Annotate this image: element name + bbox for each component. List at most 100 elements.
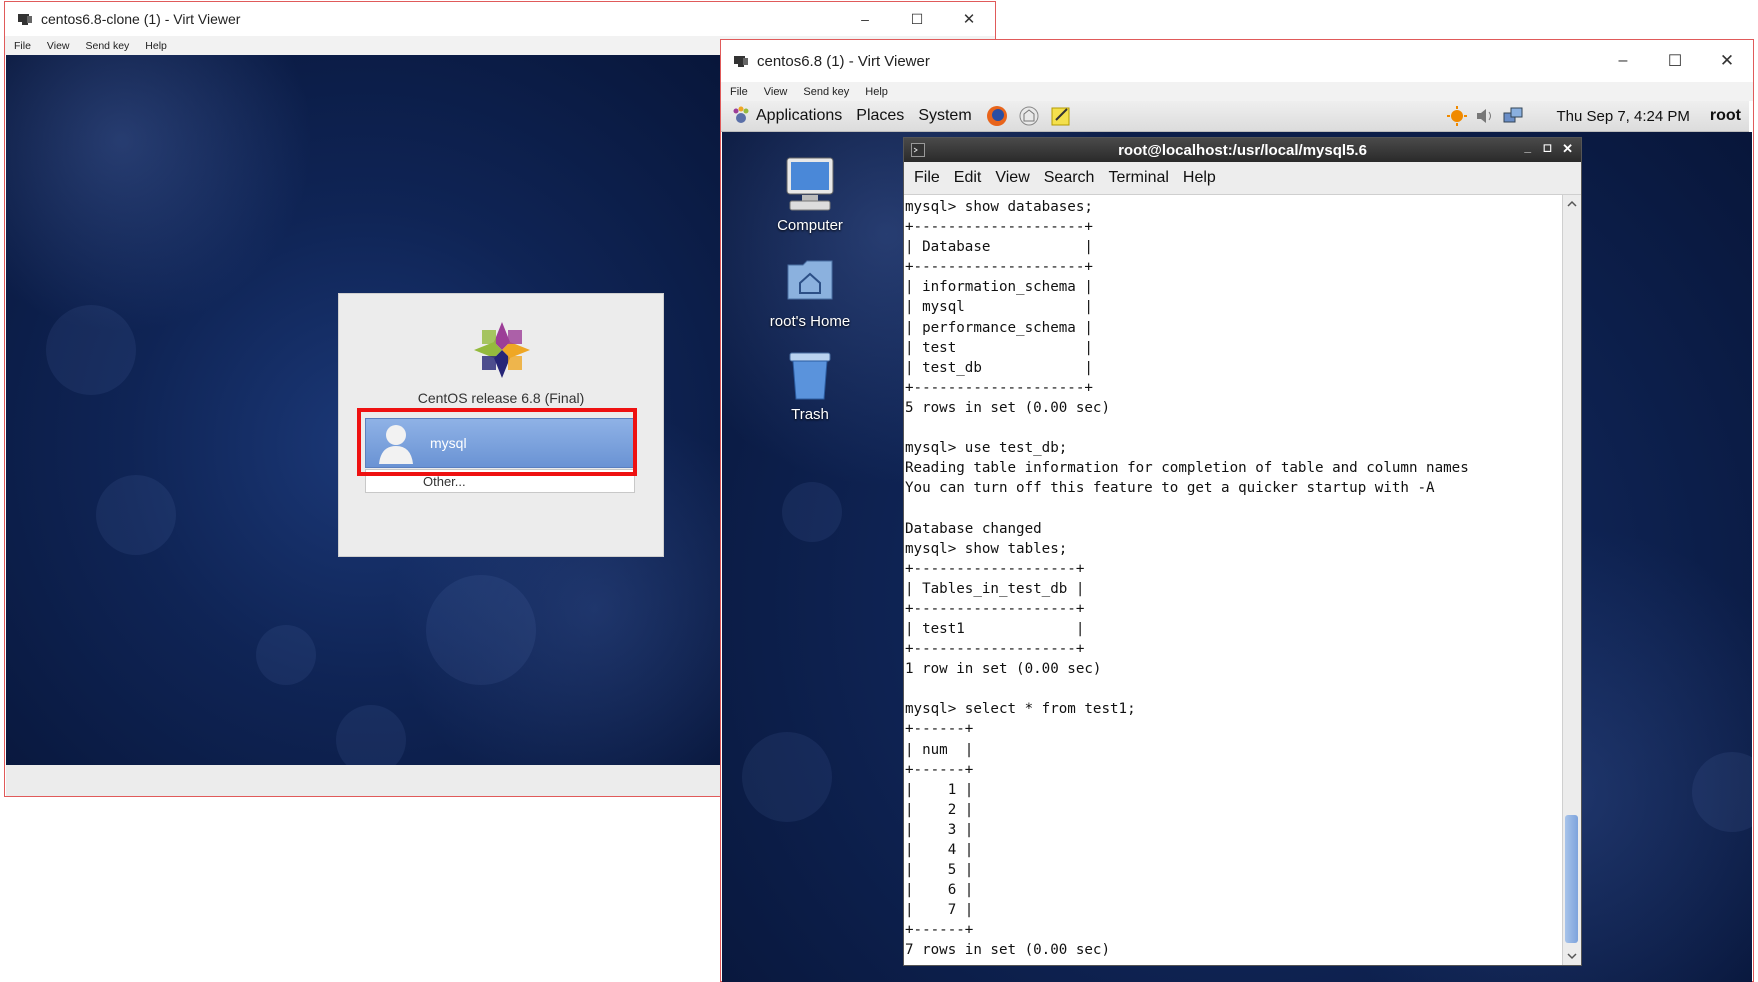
firefox-icon[interactable] (986, 105, 1008, 127)
bokeh-decoration (256, 625, 316, 685)
bokeh-decoration (1692, 752, 1752, 832)
menu-view[interactable]: View (764, 86, 788, 98)
terminal-line: +------+ (905, 922, 974, 939)
terminal-line: +-------------------+ (905, 641, 1085, 658)
terminal-output[interactable]: mysql> show databases; +-----------------… (905, 197, 1560, 965)
terminal-line: | 7 | (905, 902, 974, 919)
email-client-icon[interactable] (1018, 105, 1040, 127)
terminal-line: +-------------------+ (905, 600, 1085, 617)
scroll-up-arrow-icon[interactable] (1564, 197, 1580, 211)
terminal-line: Reading table information for completion… (905, 460, 1469, 477)
panel-system-menu[interactable]: System (918, 107, 971, 125)
menu-help[interactable]: Help (145, 40, 167, 52)
desktop-icon-label: Computer (777, 217, 843, 234)
panel-places-menu[interactable]: Places (856, 107, 904, 125)
terminal-line: | mysql | (905, 299, 1093, 316)
scroll-down-arrow-icon[interactable] (1564, 949, 1580, 963)
panel-applications-menu[interactable]: Applications (756, 107, 842, 125)
other-user-entry[interactable]: Other... (365, 469, 635, 493)
terminal-line: | Tables_in_test_db | (905, 580, 1085, 597)
terminal-line: | test | (905, 339, 1093, 356)
terminal-line: +------+ (905, 721, 974, 738)
menubar: File View Send key Help (721, 82, 1753, 101)
virt-viewer-app-icon (18, 14, 32, 25)
window-titlebar: centos6.8 (1) - Virt Viewer – ☐ ✕ (721, 40, 1753, 82)
terminal-menu-help[interactable]: Help (1183, 169, 1216, 187)
terminal-maximize-button[interactable]: ◻ (1543, 141, 1552, 154)
terminal-menu-file[interactable]: File (914, 169, 940, 187)
terminal-app-icon (911, 143, 925, 157)
panel-tray: Thu Sep 7, 4:24 PM root (1446, 101, 1741, 131)
release-label: CentOS release 6.8 (Final) (417, 390, 585, 406)
virt-viewer-app-icon (734, 56, 748, 67)
panel-user[interactable]: root (1710, 107, 1741, 125)
terminal-line: | information_schema | (905, 279, 1093, 296)
terminal-line: | Database | (905, 239, 1093, 256)
window-titlebar: centos6.8-clone (1) - Virt Viewer – ☐ ✕ (5, 2, 995, 36)
terminal-close-button[interactable]: ✕ (1562, 141, 1573, 157)
close-button[interactable]: ✕ (943, 10, 995, 28)
desktop-icon-computer[interactable]: Computer (755, 155, 865, 234)
menu-send-key[interactable]: Send key (86, 40, 130, 52)
volume-icon[interactable] (1474, 105, 1496, 127)
network-icon[interactable] (1502, 105, 1524, 127)
terminal-line: +-------------------+ (905, 560, 1085, 577)
terminal-line: You can turn off this feature to get a q… (905, 480, 1435, 497)
terminal-titlebar: root@localhost:/usr/local/mysql5.6 _ ◻ ✕ (904, 138, 1581, 162)
user-mysql-entry[interactable]: mysql (365, 418, 635, 468)
text-editor-icon[interactable] (1050, 105, 1072, 127)
terminal-line: mysql> show databases; (905, 199, 1093, 215)
update-notifier-icon[interactable] (1446, 105, 1468, 127)
terminal-line: 7 rows in set (0.00 sec) (905, 942, 1110, 959)
terminal-line: | test1 | (905, 620, 1085, 637)
terminal-line: 1 row in set (0.00 sec) (905, 661, 1102, 678)
terminal-line: Database changed (905, 520, 1042, 537)
terminal-menu-search[interactable]: Search (1044, 169, 1095, 187)
terminal-line: mysql> show tables; (905, 540, 1068, 557)
scrollbar-thumb[interactable] (1565, 815, 1578, 943)
terminal-menu-terminal[interactable]: Terminal (1108, 169, 1168, 187)
terminal-minimize-button[interactable]: _ (1524, 140, 1531, 154)
login-dialog: CentOS release 6.8 (Final) mysql Other..… (338, 293, 664, 557)
trash-icon (789, 352, 831, 400)
terminal-line: | 3 | (905, 821, 974, 838)
terminal-line: | 6 | (905, 882, 974, 899)
menu-send-key[interactable]: Send key (803, 86, 849, 98)
window-title: centos6.8-clone (1) - Virt Viewer (41, 11, 241, 27)
close-button[interactable]: ✕ (1701, 51, 1753, 71)
bokeh-decoration (46, 305, 136, 395)
bokeh-decoration (782, 482, 842, 542)
terminal-line: +--------------------+ (905, 259, 1093, 276)
window-title: centos6.8 (1) - Virt Viewer (757, 52, 930, 70)
home-folder-icon (787, 260, 833, 300)
terminal-line: 5 rows in set (0.00 sec) (905, 399, 1110, 416)
menu-help[interactable]: Help (865, 86, 888, 98)
menu-file[interactable]: File (730, 86, 748, 98)
terminal-menu-edit[interactable]: Edit (954, 169, 982, 187)
desktop-icon-label: root's Home (769, 313, 851, 330)
terminal-scrollbar[interactable] (1562, 195, 1581, 965)
menu-file[interactable]: File (14, 40, 31, 52)
computer-icon (786, 157, 834, 211)
gnome-top-panel: Applications Places System Thu Sep 7, 4:… (721, 101, 1749, 132)
terminal-menu-view[interactable]: View (995, 169, 1029, 187)
panel-clock[interactable]: Thu Sep 7, 4:24 PM (1556, 108, 1689, 125)
minimize-button[interactable]: – (1597, 52, 1649, 70)
maximize-button[interactable]: ☐ (1649, 51, 1701, 71)
terminal-line: | 1 | (905, 781, 974, 798)
terminal-window: root@localhost:/usr/local/mysql5.6 _ ◻ ✕… (903, 137, 1582, 966)
maximize-button[interactable]: ☐ (891, 11, 943, 28)
minimize-button[interactable]: – (839, 11, 891, 27)
menu-view[interactable]: View (47, 40, 70, 52)
terminal-title: root@localhost:/usr/local/mysql5.6 (1118, 141, 1367, 159)
bokeh-decoration (336, 705, 406, 765)
terminal-line: | num | (905, 741, 974, 758)
terminal-line: | 2 | (905, 801, 974, 818)
desktop-icon-trash[interactable]: Trash (755, 350, 865, 423)
desktop-icon-home[interactable]: root's Home (755, 257, 865, 330)
terminal-line: | 5 | (905, 862, 974, 879)
terminal-line: mysql> select * from test1; (905, 701, 1136, 718)
terminal-line: | 4 | (905, 842, 974, 858)
